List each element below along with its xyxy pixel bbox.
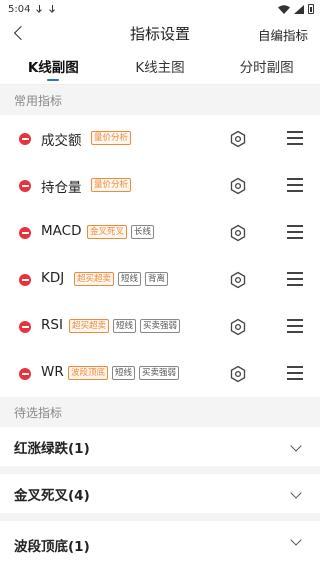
- indicator-name: WR: [41, 364, 64, 380]
- indicator-group[interactable]: 金叉死叉(4): [0, 474, 320, 521]
- drag-handle-icon[interactable]: [287, 366, 303, 380]
- group-label: 金叉死叉(4): [14, 487, 90, 504]
- section-common-header: 常用指标: [0, 85, 320, 115]
- chevron-down-icon[interactable]: [290, 487, 302, 499]
- indicator-tags: 金叉死叉 长线: [87, 225, 155, 239]
- tab-timeshare-sub[interactable]: 分时副图: [213, 48, 320, 84]
- indicator-row: 持仓量 量价分析: [0, 162, 320, 209]
- status-right: [278, 4, 314, 14]
- indicator-tag: 背离: [145, 272, 169, 286]
- minus-circle-icon[interactable]: [19, 180, 31, 192]
- indicator-tags: 量价分析: [91, 178, 132, 192]
- drag-handle-icon[interactable]: [287, 131, 303, 145]
- indicator-tag: 量价分析: [91, 131, 132, 145]
- download-icon: [49, 4, 56, 14]
- tab-k-main[interactable]: K线主图: [107, 48, 214, 84]
- indicator-tag: 短线: [113, 319, 137, 333]
- indicator-row: RSI 超买超卖 短线 买卖强弱: [0, 303, 320, 350]
- battery-icon: [308, 4, 314, 14]
- indicator-tag: 超买超卖: [69, 319, 110, 333]
- gear-icon[interactable]: [229, 224, 247, 242]
- gear-icon[interactable]: [229, 130, 247, 148]
- indicator-row: 成交额 量价分析: [0, 115, 320, 162]
- back-icon[interactable]: [10, 23, 30, 43]
- indicator-tag: 超买超卖: [74, 272, 115, 286]
- page-title: 指标设置: [129, 24, 190, 43]
- indicator-tag: 金叉死叉: [87, 225, 128, 239]
- indicator-row: KDJ 超买超卖 短线 背离: [0, 256, 320, 303]
- tab-k-sub[interactable]: K线副图: [0, 48, 107, 84]
- group-label: 波段顶底(1): [14, 538, 90, 555]
- drag-handle-icon[interactable]: [287, 272, 303, 286]
- indicator-row: WR 波段顶底 短线 买卖强弱: [0, 350, 320, 397]
- status-time: 5:04: [8, 3, 31, 15]
- indicator-list: 成交额 量价分析 持仓量 量价分析 MACD 金叉死叉 长线 KDJ 超买超卖 短线 背离 RSI 超买…: [0, 115, 320, 397]
- group-label: 红涨绿跌(1): [14, 440, 90, 457]
- indicator-tag: 量价分析: [91, 178, 132, 192]
- indicator-name: 成交额: [41, 133, 82, 149]
- gear-icon[interactable]: [229, 318, 247, 336]
- gear-icon[interactable]: [229, 271, 247, 289]
- indicator-tags: 超买超卖 短线 背离: [74, 272, 169, 286]
- indicator-name: MACD: [41, 223, 82, 239]
- indicator-group[interactable]: 红涨绿跌(1): [0, 427, 320, 474]
- indicator-tags: 量价分析: [91, 131, 132, 145]
- wifi-icon: [278, 4, 290, 14]
- indicator-group[interactable]: 波段顶底(1): [0, 521, 320, 568]
- section-pending-title: 待选指标: [14, 405, 63, 420]
- status-bar: 5:04: [0, 0, 320, 18]
- tab-bar: K线副图 K线主图 分时副图: [0, 48, 320, 85]
- section-common-title: 常用指标: [14, 93, 63, 108]
- signal-icon: [294, 4, 304, 14]
- indicator-name: RSI: [41, 317, 63, 333]
- indicator-tag: 波段顶底: [68, 366, 109, 380]
- drag-handle-icon[interactable]: [287, 225, 303, 239]
- status-left: 5:04: [8, 4, 56, 15]
- minus-circle-icon[interactable]: [19, 274, 31, 286]
- chevron-down-icon[interactable]: [290, 440, 302, 452]
- indicator-tag: 买卖强弱: [140, 319, 181, 333]
- indicator-tag: 短线: [112, 366, 136, 380]
- gear-icon[interactable]: [229, 365, 247, 383]
- drag-handle-icon[interactable]: [287, 178, 303, 192]
- minus-circle-icon[interactable]: [19, 368, 31, 380]
- section-pending-header: 待选指标: [0, 397, 320, 427]
- indicator-tag: 短线: [118, 272, 142, 286]
- indicator-tag: 买卖强弱: [139, 366, 180, 380]
- gear-icon[interactable]: [229, 177, 247, 195]
- drag-handle-icon[interactable]: [287, 319, 303, 333]
- indicator-tags: 波段顶底 短线 买卖强弱: [68, 366, 180, 380]
- indicator-name: 持仓量: [41, 180, 82, 196]
- group-list: 红涨绿跌(1) 金叉死叉(4) 波段顶底(1): [0, 427, 320, 568]
- download-icon: [36, 4, 43, 14]
- indicator-tag: 长线: [131, 225, 155, 239]
- indicator-row: MACD 金叉死叉 长线: [0, 209, 320, 256]
- minus-circle-icon[interactable]: [19, 321, 31, 333]
- minus-circle-icon[interactable]: [19, 133, 31, 145]
- minus-circle-icon[interactable]: [19, 227, 31, 239]
- indicator-tags: 超买超卖 短线 买卖强弱: [69, 319, 181, 333]
- chevron-down-icon[interactable]: [290, 534, 302, 546]
- custom-indicator-button[interactable]: 自编指标: [258, 25, 308, 44]
- nav-bar: 指标设置 自编指标: [0, 18, 320, 48]
- indicator-name: KDJ: [41, 270, 65, 286]
